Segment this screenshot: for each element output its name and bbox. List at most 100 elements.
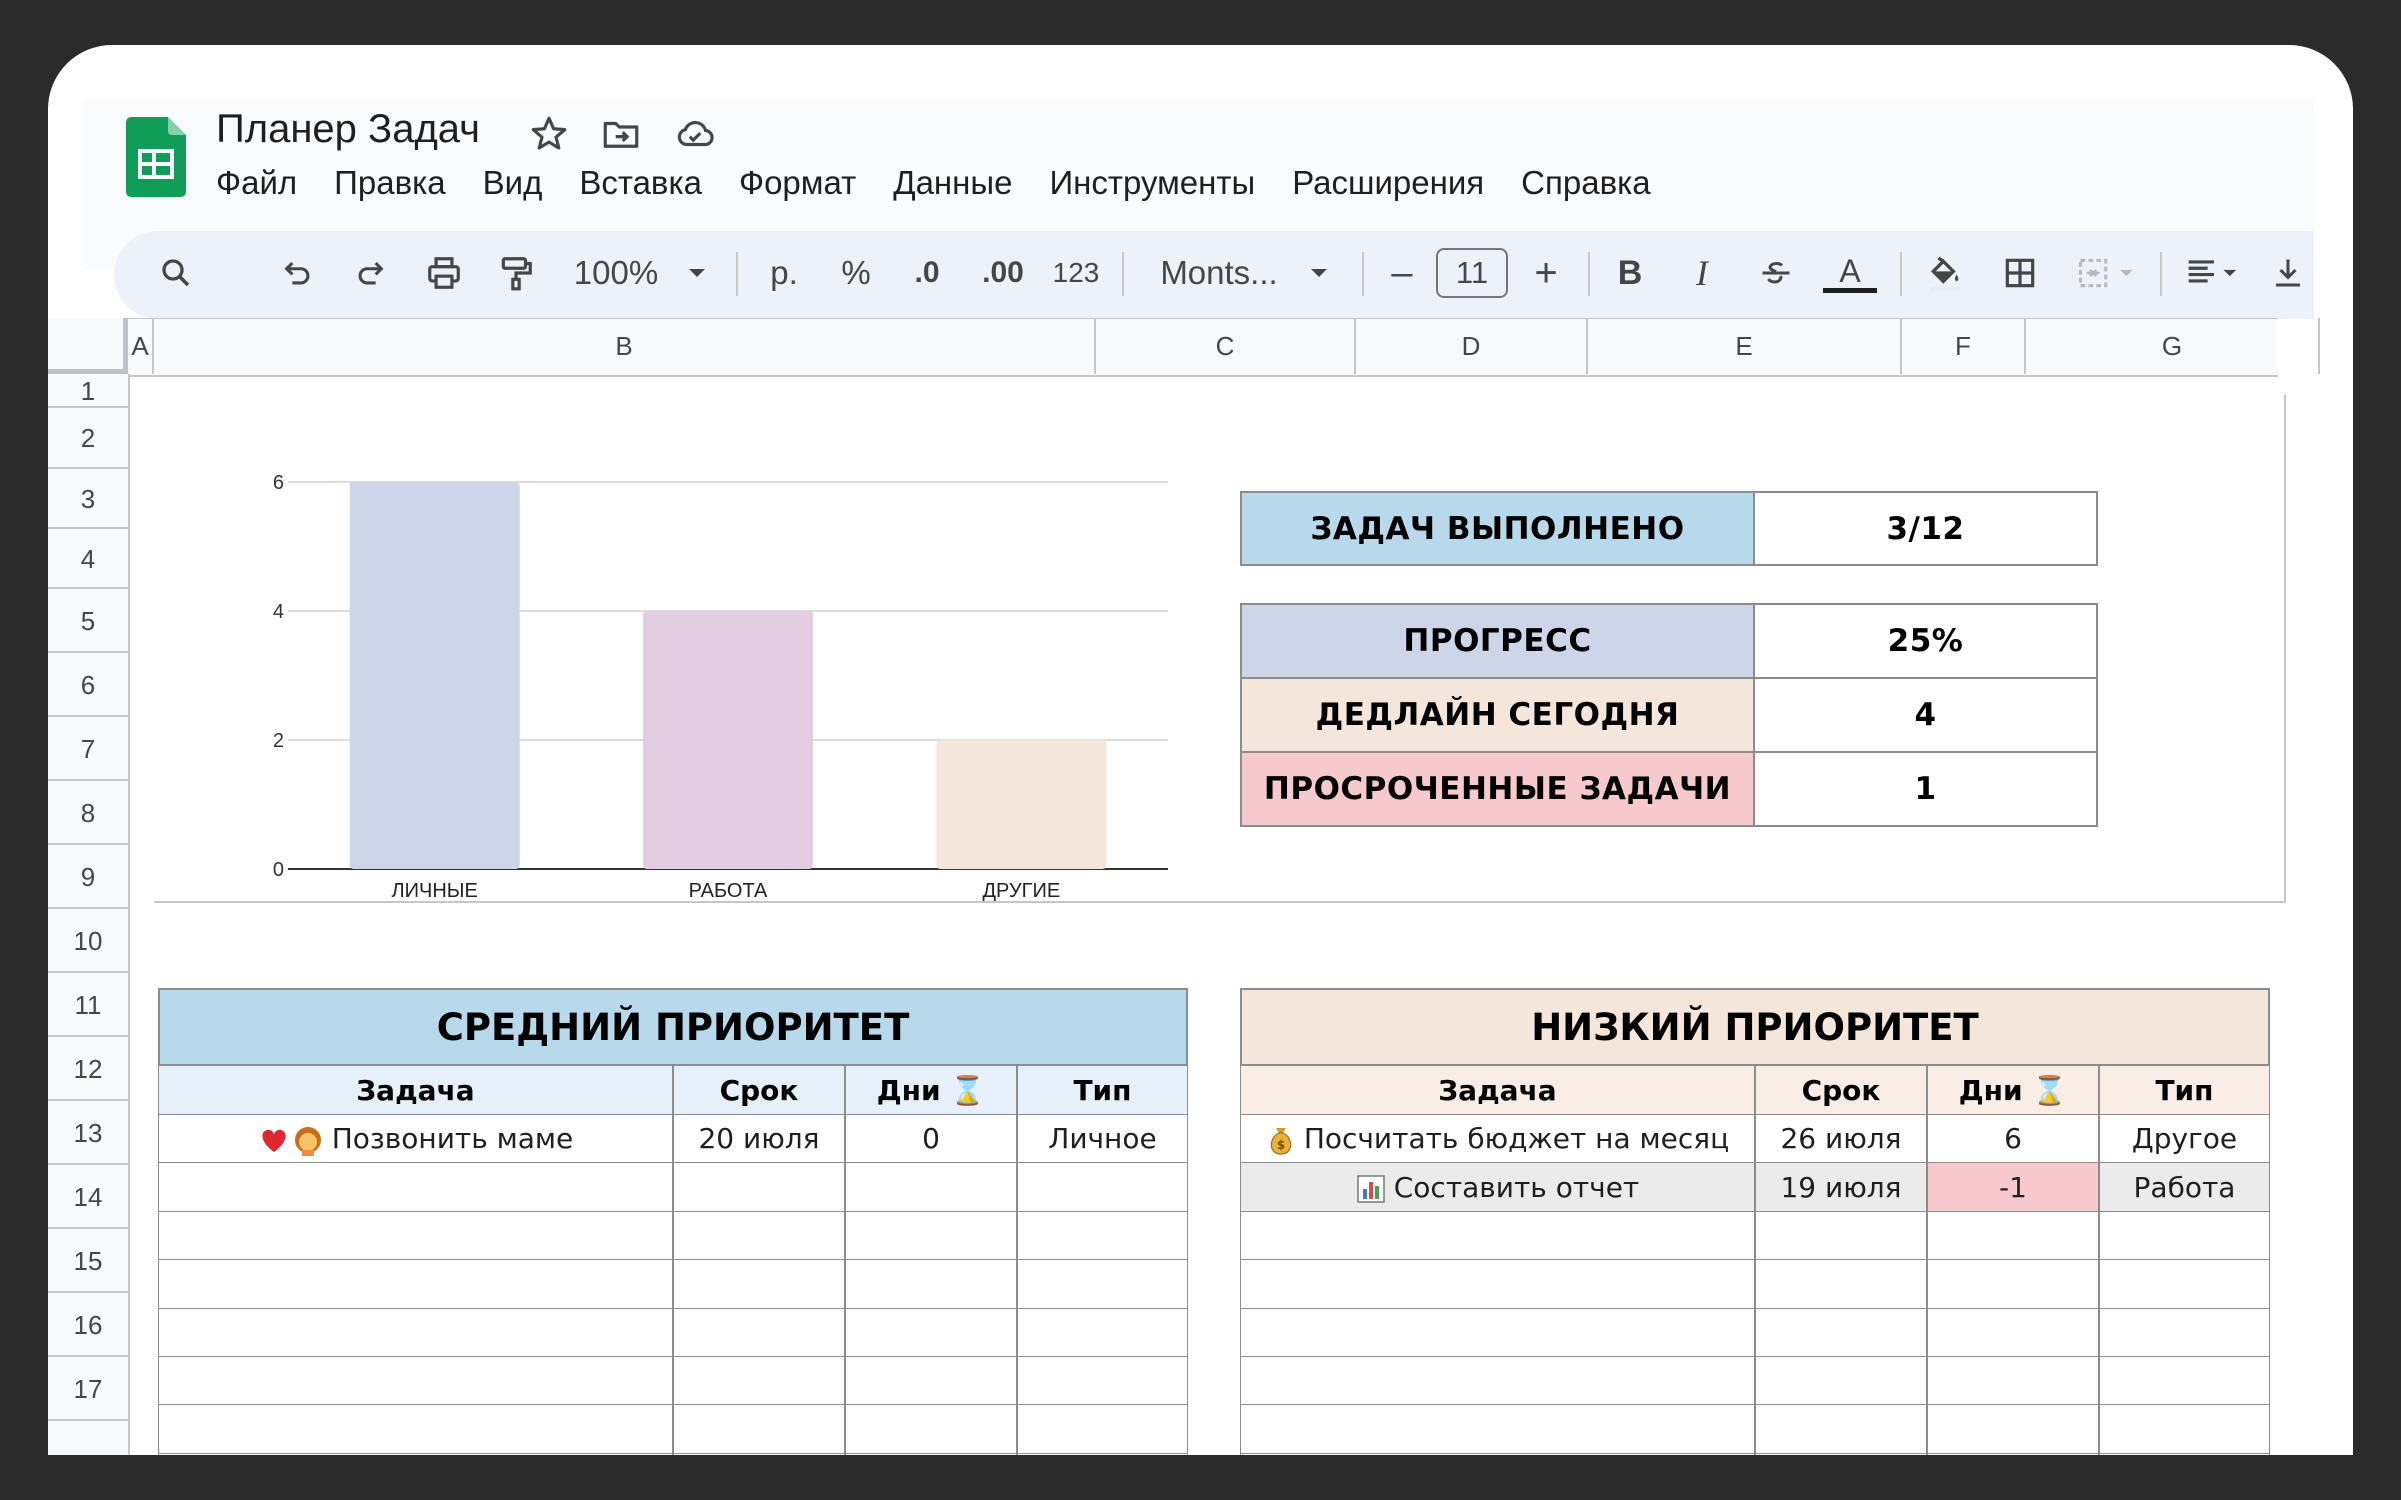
low-cell-type[interactable]: Работа	[2099, 1162, 2270, 1212]
low-empty-cell[interactable]	[2099, 1259, 2270, 1309]
medium-empty-cell[interactable]	[673, 1162, 845, 1212]
row-header-7[interactable]: 7	[48, 717, 128, 781]
row-header-10[interactable]: 10	[48, 909, 128, 973]
medium-empty-cell[interactable]	[673, 1210, 845, 1261]
bar-1[interactable]	[349, 482, 520, 869]
row-header-6[interactable]: 6	[48, 653, 128, 717]
low-empty-cell[interactable]	[1240, 1259, 1755, 1309]
document-title[interactable]: Планер Задач	[216, 107, 480, 152]
stat-overdue-value[interactable]: 1	[1753, 751, 2098, 827]
row-header-9[interactable]: 9	[48, 845, 128, 909]
search-icon[interactable]	[152, 248, 200, 298]
low-empty-cell[interactable]	[1755, 1307, 1927, 1357]
low-empty-cell[interactable]	[1927, 1259, 2099, 1309]
percent-format-button[interactable]: %	[834, 248, 878, 298]
row-header-8[interactable]: 8	[48, 781, 128, 845]
move-folder-icon[interactable]	[600, 113, 642, 155]
medium-empty-cell[interactable]	[1017, 1356, 1188, 1406]
medium-empty-cell[interactable]	[845, 1307, 1017, 1357]
column-header-c[interactable]: C	[1096, 318, 1356, 374]
column-header-g[interactable]: G	[2026, 318, 2320, 374]
bar-chart[interactable]: 0 2 4 6 ЛИЧНЫЕ РАБОТА ДРУГИЕ	[248, 445, 1188, 905]
medium-empty-cell[interactable]	[1017, 1404, 1188, 1454]
low-empty-cell[interactable]	[1240, 1404, 1755, 1454]
low-empty-cell[interactable]	[2099, 1210, 2270, 1261]
number-format-button[interactable]: 123	[1048, 248, 1104, 298]
bar-2[interactable]	[643, 611, 813, 869]
column-header-b[interactable]: B	[154, 318, 1096, 374]
row-header-2[interactable]: 2	[48, 408, 128, 469]
medium-empty-cell[interactable]	[1017, 1259, 1188, 1309]
font-size-input[interactable]: 11	[1436, 248, 1508, 298]
low-empty-cell[interactable]	[1240, 1356, 1755, 1406]
menu-help[interactable]: Справка	[1521, 163, 1650, 203]
row-header-15[interactable]: 15	[48, 1229, 128, 1293]
low-cell-date[interactable]: 26 июля	[1755, 1114, 1927, 1164]
row-header-14[interactable]: 14	[48, 1165, 128, 1229]
medium-empty-cell[interactable]	[158, 1356, 673, 1406]
align-left-icon[interactable]	[2178, 248, 2250, 298]
menu-format[interactable]: Формат	[739, 163, 856, 203]
row-header-16[interactable]: 16	[48, 1293, 128, 1357]
select-all-corner[interactable]	[48, 318, 128, 374]
strikethrough-icon[interactable]	[1754, 248, 1798, 298]
column-header-f[interactable]: F	[1902, 318, 2026, 374]
bold-button[interactable]: B	[1610, 248, 1650, 298]
menu-tools[interactable]: Инструменты	[1049, 163, 1255, 203]
increase-font-size-button[interactable]: +	[1526, 248, 1566, 298]
menu-file[interactable]: Файл	[216, 163, 297, 203]
medium-empty-cell[interactable]	[158, 1162, 673, 1212]
low-empty-cell[interactable]	[1755, 1259, 1927, 1309]
low-empty-cell[interactable]	[1927, 1307, 2099, 1357]
medium-cell-days[interactable]: 0	[845, 1114, 1017, 1164]
medium-empty-cell[interactable]	[845, 1210, 1017, 1261]
low-cell-days[interactable]: -1	[1927, 1162, 2099, 1212]
decrease-font-size-button[interactable]: –	[1382, 248, 1422, 298]
undo-icon[interactable]	[278, 248, 318, 298]
redo-icon[interactable]	[350, 248, 390, 298]
column-header-d[interactable]: D	[1356, 318, 1588, 374]
medium-cell-date[interactable]: 20 июля	[673, 1114, 845, 1164]
row-header-4[interactable]: 4	[48, 529, 128, 589]
medium-empty-cell[interactable]	[673, 1259, 845, 1309]
low-cell-task[interactable]: Составить отчет	[1240, 1162, 1755, 1212]
low-cell-date[interactable]: 19 июля	[1755, 1162, 1927, 1212]
medium-empty-cell[interactable]	[845, 1356, 1017, 1406]
zoom-select[interactable]: 100%	[570, 248, 662, 298]
cloud-saved-icon[interactable]	[674, 113, 716, 155]
star-icon[interactable]	[528, 113, 570, 155]
stat-progress-value[interactable]: 25%	[1753, 603, 2098, 679]
menu-view[interactable]: Вид	[483, 163, 543, 203]
row-header-17[interactable]: 17	[48, 1357, 128, 1421]
low-cell-type[interactable]: Другое	[2099, 1114, 2270, 1164]
medium-cell-task[interactable]: Позвонить маме	[158, 1114, 673, 1164]
medium-empty-cell[interactable]	[845, 1259, 1017, 1309]
low-empty-cell[interactable]	[1927, 1404, 2099, 1454]
medium-empty-cell[interactable]	[673, 1307, 845, 1357]
row-header-13[interactable]: 13	[48, 1101, 128, 1165]
medium-empty-cell[interactable]	[1017, 1162, 1188, 1212]
medium-cell-type[interactable]: Личное	[1017, 1114, 1188, 1164]
row-header-12[interactable]: 12	[48, 1037, 128, 1101]
menu-data[interactable]: Данные	[893, 163, 1012, 203]
low-empty-cell[interactable]	[1755, 1356, 1927, 1406]
low-empty-cell[interactable]	[2099, 1356, 2270, 1406]
menu-insert[interactable]: Вставка	[579, 163, 702, 203]
medium-empty-cell[interactable]	[845, 1404, 1017, 1454]
font-select[interactable]: Monts...	[1152, 248, 1286, 298]
row-header-5[interactable]: 5	[48, 589, 128, 653]
medium-empty-cell[interactable]	[1017, 1210, 1188, 1261]
column-header-a[interactable]: A	[128, 318, 154, 374]
row-header-1[interactable]: 1	[48, 374, 128, 408]
low-empty-cell[interactable]	[2099, 1307, 2270, 1357]
low-empty-cell[interactable]	[1755, 1210, 1927, 1261]
menu-extensions[interactable]: Расширения	[1292, 163, 1484, 203]
column-header-e[interactable]: E	[1588, 318, 1902, 374]
paint-format-icon[interactable]	[494, 248, 538, 298]
menu-edit[interactable]: Правка	[334, 163, 445, 203]
low-empty-cell[interactable]	[1240, 1210, 1755, 1261]
low-empty-cell[interactable]	[1240, 1307, 1755, 1357]
medium-empty-cell[interactable]	[1017, 1307, 1188, 1357]
italic-button[interactable]: I	[1682, 248, 1722, 298]
row-header-3[interactable]: 3	[48, 469, 128, 529]
